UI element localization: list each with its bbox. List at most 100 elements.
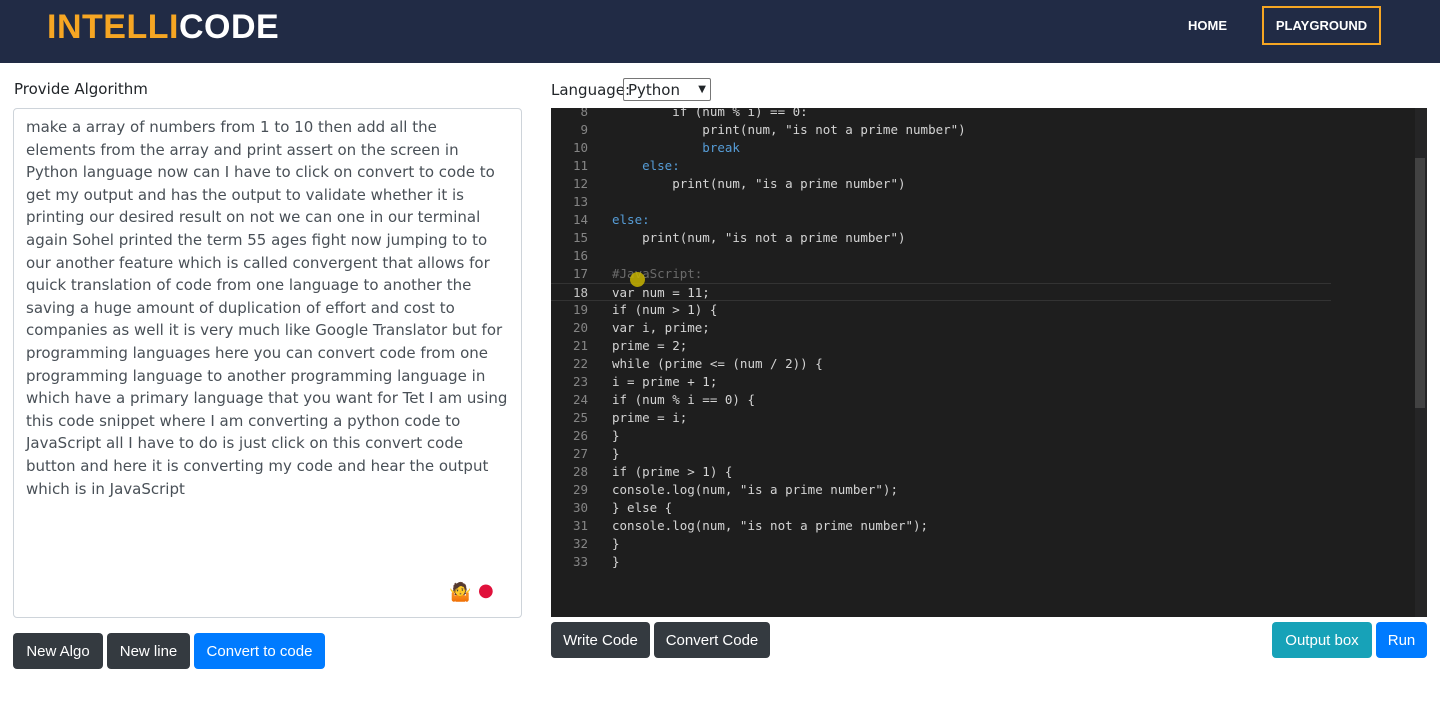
- code-line[interactable]: 14 else:: [551, 211, 1331, 229]
- code-line[interactable]: 9 print(num, "is not a prime number"): [551, 121, 1331, 139]
- line-number: 24: [572, 392, 588, 407]
- code-line[interactable]: 18 var num = 11;: [551, 283, 1331, 301]
- code-line[interactable]: 16: [551, 247, 1331, 265]
- line-number: 22: [572, 356, 588, 371]
- minimap[interactable]: [1340, 108, 1415, 168]
- line-code: if (num % i) == 0:: [612, 108, 808, 119]
- language-select[interactable]: Python ▼: [623, 78, 711, 101]
- line-number: 13: [572, 194, 588, 209]
- line-number: 16: [572, 248, 588, 263]
- code-line[interactable]: 26}: [551, 427, 1331, 445]
- cursor-highlight: [630, 272, 645, 287]
- line-code: else:: [612, 212, 650, 227]
- line-code: console.log(num, "is a prime number");: [612, 482, 898, 497]
- algorithm-label: Provide Algorithm: [14, 80, 148, 98]
- code-line[interactable]: 28 if (prime > 1) {: [551, 463, 1331, 481]
- line-number: 33: [572, 554, 588, 569]
- line-code: }: [612, 446, 620, 461]
- line-number: 23: [572, 374, 588, 389]
- logo-part1: INTELLI: [47, 8, 179, 46]
- line-code: while (prime <= (num / 2)) {: [612, 356, 823, 371]
- algorithm-textarea[interactable]: make a array of numbers from 1 to 10 the…: [13, 108, 522, 618]
- line-code: print(num, "is not a prime number"): [612, 230, 906, 245]
- code-line[interactable]: 33}: [551, 553, 1331, 571]
- line-number: 8: [580, 108, 588, 119]
- code-line[interactable]: 32}: [551, 535, 1331, 553]
- line-number: 17: [572, 266, 588, 281]
- code-line[interactable]: 21 prime = 2;: [551, 337, 1331, 355]
- line-code: if (num > 1) {: [612, 302, 718, 317]
- line-number: 14: [572, 212, 588, 227]
- code-line[interactable]: 30 } else {: [551, 499, 1331, 517]
- navbar: INTELLICODE HOME PLAYGROUND: [0, 0, 1440, 63]
- code-line[interactable]: 29 console.log(num, "is a prime number");: [551, 481, 1331, 499]
- convert-to-code-button[interactable]: Convert to code: [194, 633, 325, 669]
- logo[interactable]: INTELLICODE: [47, 8, 279, 47]
- line-number: 26: [572, 428, 588, 443]
- code-line[interactable]: 23 i = prime + 1;: [551, 373, 1331, 391]
- code-line[interactable]: 31 console.log(num, "is not a prime numbe…: [551, 517, 1331, 535]
- line-code: print(num, "is not a prime number"): [612, 122, 966, 137]
- line-number: 32: [572, 536, 588, 551]
- line-code: prime = 2;: [612, 338, 688, 353]
- language-label: Language:: [551, 81, 631, 99]
- code-line[interactable]: 11 else:: [551, 157, 1331, 175]
- line-code: else:: [612, 158, 680, 173]
- line-code: } else {: [612, 500, 673, 515]
- code-line[interactable]: 17 #JavaScript:: [551, 265, 1331, 283]
- new-line-button[interactable]: New line: [107, 633, 190, 669]
- language-value: Python: [628, 80, 680, 99]
- code-line[interactable]: 13: [551, 193, 1331, 211]
- code-line[interactable]: 15 print(num, "is not a prime number"): [551, 229, 1331, 247]
- line-number: 28: [572, 464, 588, 479]
- code-line[interactable]: 20 var i, prime;: [551, 319, 1331, 337]
- person-shrug-icon[interactable]: 🤷: [449, 582, 471, 603]
- line-code: }: [612, 536, 620, 551]
- code-line[interactable]: 19 if (num > 1) {: [551, 301, 1331, 319]
- code-line[interactable]: 22 while (prime <= (num / 2)) {: [551, 355, 1331, 373]
- code-editor[interactable]: 33} 32} 31 console.log(num, "is not a prime…: [551, 108, 1427, 617]
- line-code: print(num, "is a prime number"): [612, 176, 906, 191]
- code-line[interactable]: 8 if (num % i) == 0:: [551, 108, 1331, 121]
- line-code: if (num % i == 0) {: [612, 392, 755, 407]
- line-number: 21: [572, 338, 588, 353]
- line-code: var num = 11;: [612, 285, 710, 300]
- line-number: 9: [580, 122, 588, 137]
- run-button[interactable]: Run: [1376, 622, 1427, 658]
- line-code: if (prime > 1) {: [612, 464, 733, 479]
- line-number: 15: [572, 230, 588, 245]
- line-number: 25: [572, 410, 588, 425]
- line-number: 29: [572, 482, 588, 497]
- code-line[interactable]: 12 print(num, "is a prime number"): [551, 175, 1331, 193]
- line-number: 12: [572, 176, 588, 191]
- convert-code-button[interactable]: Convert Code: [654, 622, 770, 658]
- output-box-button[interactable]: Output box: [1272, 622, 1372, 658]
- new-algo-button[interactable]: New Algo: [13, 633, 103, 669]
- line-number: 19: [572, 302, 588, 317]
- extension-icon[interactable]: ●: [478, 580, 494, 601]
- line-code: prime = i;: [612, 410, 688, 425]
- scrollbar-thumb[interactable]: [1415, 158, 1425, 408]
- line-number: 20: [572, 320, 588, 335]
- line-code: }: [612, 554, 620, 569]
- line-number: 18: [572, 285, 588, 300]
- editor-scrollbar[interactable]: [1415, 108, 1427, 617]
- line-code: break: [612, 140, 740, 155]
- line-code: i = prime + 1;: [612, 374, 718, 389]
- line-number: 10: [572, 140, 588, 155]
- code-line[interactable]: 25 prime = i;: [551, 409, 1331, 427]
- line-code: }: [612, 428, 620, 443]
- line-number: 31: [572, 518, 588, 533]
- line-number: 30: [572, 500, 588, 515]
- chevron-down-icon: ▼: [698, 84, 706, 95]
- nav-playground-link[interactable]: PLAYGROUND: [1262, 6, 1381, 45]
- nav-home-link[interactable]: HOME: [1188, 18, 1227, 33]
- code-line[interactable]: 10 break: [551, 139, 1331, 157]
- line-code: console.log(num, "is not a prime number"…: [612, 518, 929, 533]
- code-line[interactable]: 24 if (num % i == 0) {: [551, 391, 1331, 409]
- line-number: 27: [572, 446, 588, 461]
- line-number: 11: [572, 158, 588, 173]
- line-code: var i, prime;: [612, 320, 710, 335]
- code-line[interactable]: 27}: [551, 445, 1331, 463]
- write-code-button[interactable]: Write Code: [551, 622, 650, 658]
